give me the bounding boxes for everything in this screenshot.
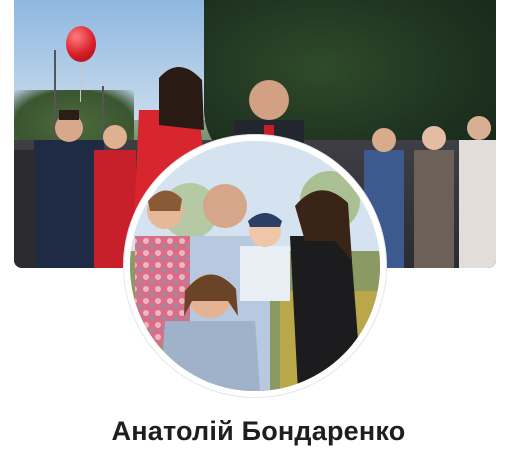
- person-shape: [14, 150, 36, 268]
- profile-photo[interactable]: [130, 141, 380, 391]
- person-shape: [34, 140, 104, 268]
- person-shape: [414, 150, 454, 268]
- profile-header: Анатолій Бондаренко: [0, 0, 517, 466]
- person-shape: [459, 140, 496, 268]
- profile-name: Анатолій Бондаренко: [111, 416, 406, 446]
- profile-family-illustration: [130, 141, 380, 391]
